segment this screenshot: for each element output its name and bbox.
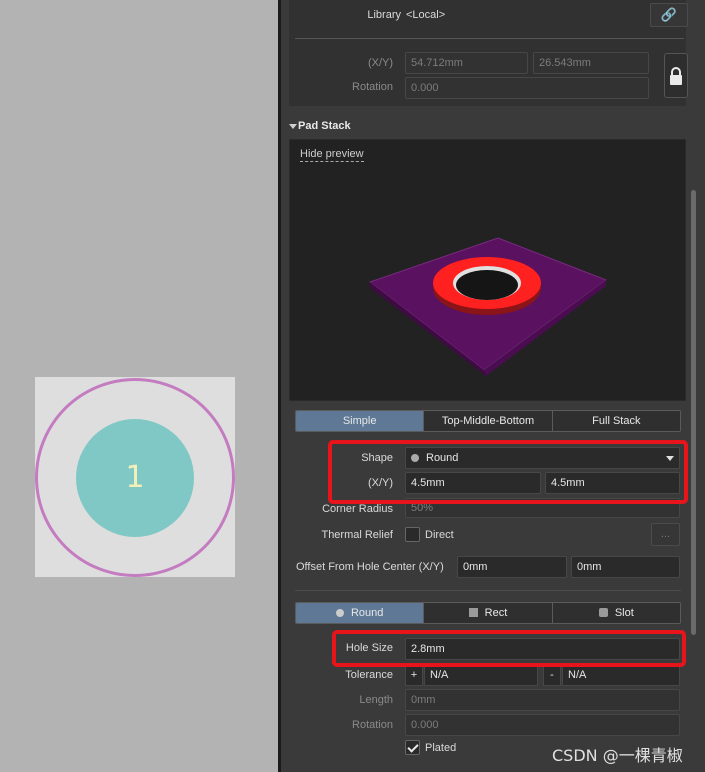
tab-top-middle-bottom[interactable]: Top-Middle-Bottom (424, 411, 553, 431)
rotation-field[interactable]: 0.000 (405, 77, 649, 99)
tab-full-stack[interactable]: Full Stack (552, 411, 680, 431)
hole-type-slot[interactable]: Slot (552, 603, 680, 623)
thermal-settings-button[interactable]: ... (651, 523, 680, 546)
square-icon (468, 608, 478, 617)
library-value: <Local> (406, 9, 446, 21)
xy-label: (X/Y) (367, 57, 393, 69)
lock-body (670, 75, 682, 85)
tolerance-plus-sign: + (405, 664, 423, 686)
hole-type-slot-label: Slot (614, 607, 634, 619)
library-label: Library (367, 9, 401, 21)
y-location-field[interactable]: 26.543mm (533, 52, 649, 74)
hole-type-rect[interactable]: Rect (424, 603, 553, 623)
direct-checkbox[interactable] (405, 527, 420, 542)
stack-mode-tabs: Simple Top-Middle-Bottom Full Stack (295, 410, 681, 432)
section-divider (295, 590, 681, 591)
pad-stack-title[interactable]: Pad Stack (298, 120, 351, 132)
section-divider (295, 38, 684, 39)
hole-type-rect-label: Rect (484, 607, 508, 619)
length-label: Length (359, 694, 393, 706)
pad-3d-preview[interactable]: Hide preview (289, 139, 686, 401)
scrollbar-thumb[interactable] (691, 190, 696, 635)
plated-checkbox[interactable] (405, 740, 420, 755)
rotation-label: Rotation (352, 81, 393, 93)
circle-icon (335, 609, 344, 617)
offset-y-field[interactable]: 0mm (571, 556, 680, 578)
hole-type-tabs: Round Rect Slot (295, 602, 681, 624)
shape-size-highlight-box (328, 440, 688, 504)
pad-number-label: 1 (125, 460, 145, 495)
hole-opening (456, 270, 518, 300)
hole-type-round-label: Round (350, 607, 384, 619)
hole-type-round[interactable]: Round (296, 603, 425, 623)
offset-x-field[interactable]: 0mm (457, 556, 567, 578)
hole-rotation-label: Rotation (352, 719, 393, 731)
corner-radius-label: Corner Radius (322, 503, 393, 515)
lock-icon[interactable] (664, 53, 688, 98)
link-icon[interactable]: 🔗 (650, 3, 688, 27)
tab-simple[interactable]: Simple (296, 411, 425, 431)
pad-3d-render (368, 237, 608, 376)
tolerance-plus-field[interactable]: N/A (424, 664, 538, 686)
tolerance-minus-field[interactable]: N/A (562, 664, 680, 686)
direct-label: Direct (425, 529, 454, 541)
hole-rotation-field[interactable]: 0.000 (405, 714, 680, 736)
plated-label: Plated (425, 742, 457, 754)
watermark-text: CSDN @一棵青椒 (552, 746, 683, 765)
tolerance-minus-sign: - (543, 664, 561, 686)
length-field[interactable]: 0mm (405, 689, 680, 711)
hide-preview-link[interactable]: Hide preview (300, 148, 364, 162)
collapse-caret-icon[interactable] (289, 124, 297, 129)
thermal-relief-label: Thermal Relief (321, 529, 393, 541)
pcb-canvas[interactable]: 1 (0, 0, 278, 772)
tolerance-label: Tolerance (345, 669, 393, 681)
offset-label: Offset From Hole Center (X/Y) (296, 561, 444, 573)
location-section: Library <Local> 🔗 (X/Y) 54.712mm 26.543m… (289, 0, 688, 106)
hole-size-highlight-box (332, 630, 686, 667)
x-location-field[interactable]: 54.712mm (405, 52, 528, 74)
rounded-square-icon (598, 608, 608, 617)
